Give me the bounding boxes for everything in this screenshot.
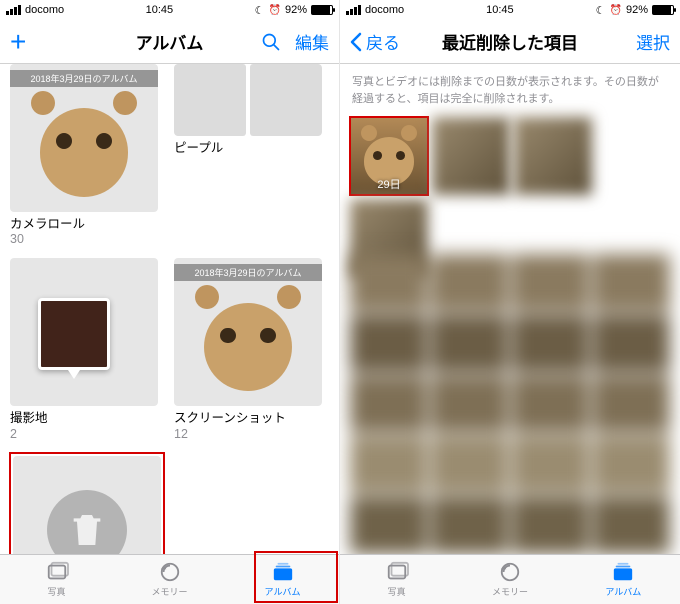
carrier-label: docomo — [25, 4, 64, 16]
tab-albums[interactable]: アルバム — [567, 555, 680, 604]
blurred-items — [350, 254, 670, 554]
album-screenshots[interactable]: 2018年3月29日のアルバム スクリーンショット 12 — [174, 258, 322, 440]
nav-bar: 戻る 最近削除した項目 選択 — [340, 20, 680, 64]
status-bar: docomo 10:45 ☾ ⏰ 92% — [0, 0, 339, 20]
album-count: 12 — [174, 427, 322, 441]
signal-icon — [6, 5, 21, 15]
deleted-grid-container[interactable]: 写真とビデオには削除までの日数が表示されます。その日数が経過すると、項目は完全に… — [340, 64, 680, 554]
signal-icon — [346, 5, 361, 15]
photos-icon — [45, 561, 69, 583]
photos-icon — [385, 561, 409, 583]
album-count: 30 — [10, 232, 158, 246]
album-recently-deleted[interactable]: 最近削除した項目 442 — [10, 453, 164, 555]
add-album-button[interactable]: + — [10, 28, 26, 56]
deleted-item[interactable]: 29日 — [350, 117, 428, 195]
tab-bar: 写真 メモリー アルバム — [340, 554, 680, 604]
albums-icon — [611, 561, 635, 583]
album-ribbon: 2018年3月29日のアルバム — [10, 70, 158, 87]
do-not-disturb-icon: ☾ — [596, 4, 606, 17]
albums-grid[interactable]: 2018年3月29日のアルバム カメラロール 30 ピープル — [0, 64, 339, 554]
album-label: カメラロール — [10, 212, 158, 232]
memories-icon — [498, 561, 522, 583]
do-not-disturb-icon: ☾ — [255, 4, 265, 17]
deleted-item[interactable] — [432, 117, 510, 195]
album-label: スクリーンショット — [174, 406, 322, 426]
edit-button[interactable]: 編集 — [295, 29, 329, 54]
nav-bar: + アルバム 編集 — [0, 20, 339, 64]
battery-icon — [652, 5, 674, 15]
back-button[interactable]: 戻る — [350, 29, 400, 54]
deleted-item[interactable] — [514, 117, 592, 195]
search-icon — [261, 32, 281, 52]
album-places[interactable]: 撮影地 2 — [10, 258, 158, 440]
album-ribbon: 2018年3月29日のアルバム — [174, 264, 322, 281]
tab-memories[interactable]: メモリー — [453, 555, 566, 604]
status-bar: docomo 10:45 ☾ ⏰ 92% — [340, 0, 680, 20]
days-remaining: 29日 — [353, 176, 425, 192]
album-count: 2 — [10, 427, 158, 441]
tab-bar: 写真 メモリー アルバム — [0, 554, 339, 604]
left-phone-albums: docomo 10:45 ☾ ⏰ 92% + アルバム 編集 — [0, 0, 340, 604]
select-button[interactable]: 選択 — [636, 29, 670, 54]
right-phone-recently-deleted: docomo 10:45 ☾ ⏰ 92% 戻る 最近削除した項目 選択 写真とビ… — [340, 0, 680, 604]
tab-photos[interactable]: 写真 — [0, 555, 113, 604]
alarm-icon: ⏰ — [610, 5, 622, 16]
battery-pct: 92% — [626, 4, 648, 16]
albums-icon — [271, 561, 295, 583]
carrier-label: docomo — [365, 4, 404, 16]
tab-memories[interactable]: メモリー — [113, 555, 226, 604]
album-camera-roll[interactable]: 2018年3月29日のアルバム カメラロール 30 — [10, 64, 158, 246]
trash-icon — [47, 490, 127, 555]
tab-albums[interactable]: アルバム — [226, 555, 339, 604]
album-label: ピープル — [174, 136, 322, 156]
album-people[interactable]: ピープル — [174, 64, 322, 246]
memories-icon — [158, 561, 182, 583]
battery-icon — [311, 5, 333, 15]
time-label: 10:45 — [486, 4, 514, 16]
alarm-icon: ⏰ — [269, 5, 281, 16]
time-label: 10:45 — [146, 4, 174, 16]
search-button[interactable] — [261, 32, 281, 52]
explanation-text: 写真とビデオには削除までの日数が表示されます。その日数が経過すると、項目は完全に… — [340, 64, 680, 117]
album-label: 撮影地 — [10, 406, 158, 426]
battery-pct: 92% — [285, 4, 307, 16]
tab-photos[interactable]: 写真 — [340, 555, 453, 604]
chevron-left-icon — [350, 32, 362, 52]
